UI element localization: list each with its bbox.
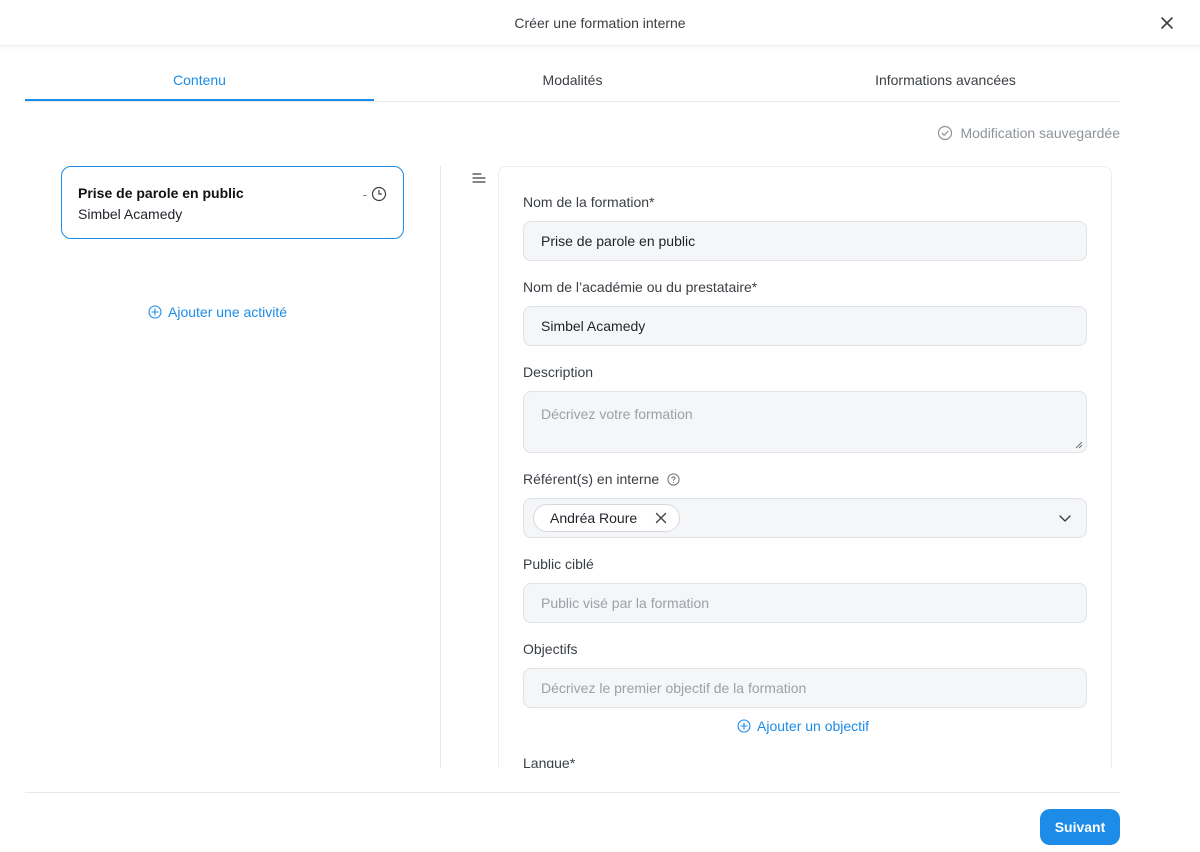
- plus-circle-icon: [148, 305, 162, 319]
- tab-informations-avancees[interactable]: Informations avancées: [771, 62, 1120, 101]
- activity-provider: Simbel Acamedy: [78, 206, 183, 222]
- referents-label: Référent(s) en interne: [523, 471, 680, 487]
- activity-duration-value: -: [362, 186, 367, 202]
- description-label: Description: [523, 364, 594, 380]
- plus-circle-icon: [737, 719, 751, 733]
- name-label: Nom de la formation*: [523, 194, 655, 210]
- resize-handle-icon[interactable]: [1075, 441, 1083, 449]
- public-label: Public ciblé: [523, 556, 594, 572]
- public-input[interactable]: Public visé par la formation: [523, 583, 1087, 623]
- next-button[interactable]: Suivant: [1040, 809, 1120, 845]
- activity-card[interactable]: Prise de parole en public Simbel Acamedy…: [61, 166, 404, 239]
- objectives-label: Objectifs: [523, 641, 578, 657]
- tab-bar: Contenu Modalités Informations avancées: [25, 62, 1120, 102]
- close-button[interactable]: [1156, 12, 1178, 34]
- save-status-text: Modification sauvegardée: [960, 125, 1120, 141]
- help-icon[interactable]: [667, 472, 680, 486]
- modal-title: Créer une formation interne: [514, 14, 686, 31]
- modal-header: Créer une formation interne: [0, 0, 1200, 46]
- activity-duration: -: [363, 186, 387, 202]
- description-textarea[interactable]: Décrivez votre formation: [523, 391, 1087, 453]
- add-objective-label: Ajouter un objectif: [757, 718, 870, 734]
- add-objective-button[interactable]: Ajouter un objectif: [737, 718, 869, 734]
- tab-modalites[interactable]: Modalités: [374, 62, 771, 101]
- training-form: Nom de la formation* Prise de parole en …: [498, 166, 1112, 768]
- tab-contenu[interactable]: Contenu: [25, 62, 374, 101]
- referents-label-text: Référent(s) en interne: [523, 471, 660, 487]
- remove-referent-button[interactable]: [655, 512, 667, 524]
- chevron-down-icon: [1059, 515, 1071, 522]
- clock-icon: [371, 186, 387, 202]
- description-placeholder: Décrivez votre formation: [541, 406, 693, 422]
- close-icon: [656, 512, 667, 524]
- name-input[interactable]: Prise de parole en public: [523, 221, 1087, 261]
- save-status: Modification sauvegardée: [937, 125, 1120, 141]
- check-circle-icon: [938, 125, 953, 141]
- academy-input[interactable]: Simbel Acamedy: [523, 306, 1087, 346]
- drag-handle-icon[interactable]: [472, 172, 486, 184]
- footer-divider: [25, 792, 1120, 793]
- referent-chip-label: Andréa Roure: [550, 510, 638, 526]
- add-activity-button[interactable]: Ajouter une activité: [148, 304, 287, 320]
- activity-title: Prise de parole en public: [78, 185, 244, 201]
- add-activity-label: Ajouter une activité: [168, 304, 288, 320]
- activity-sidebar: Prise de parole en public Simbel Acamedy…: [25, 166, 441, 768]
- referent-chip: Andréa Roure: [533, 504, 681, 532]
- referents-select[interactable]: Andréa Roure: [523, 498, 1087, 538]
- language-label: Langue*: [523, 755, 576, 768]
- academy-label: Nom de l’académie ou du prestataire*: [523, 279, 758, 295]
- close-icon: [1161, 17, 1173, 29]
- objective-input[interactable]: Décrivez le premier objectif de la forma…: [523, 668, 1087, 708]
